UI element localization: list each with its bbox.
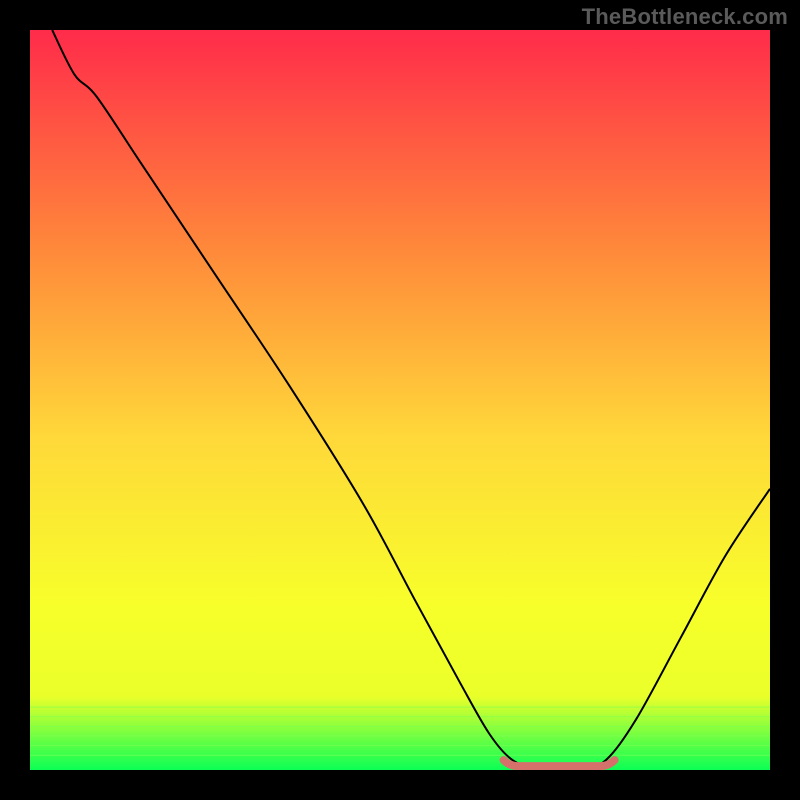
plot-area [30, 30, 770, 770]
chart-svg [30, 30, 770, 770]
gradient-background [30, 30, 770, 770]
chart-frame: TheBottleneck.com [0, 0, 800, 800]
watermark-text: TheBottleneck.com [582, 4, 788, 30]
